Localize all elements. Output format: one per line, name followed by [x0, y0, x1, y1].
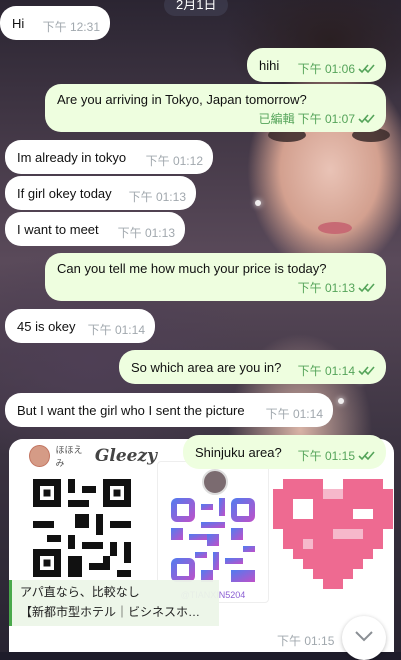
message-time: 下午 01:07	[297, 112, 355, 126]
date-separator: 2月1日	[164, 0, 229, 16]
message-time: 下午 01:14	[87, 323, 145, 337]
qr-code-image	[171, 498, 255, 582]
message-time: 下午 01:12	[145, 154, 203, 168]
message-text: Are you arriving in Tokyo, Japan tomorro…	[57, 92, 307, 107]
link-preview-subtitle: 【新都市型ホテル｜ビシネスホ…	[20, 605, 201, 619]
message-text: hihi	[259, 57, 280, 73]
heart-icon	[273, 479, 393, 589]
double-check-icon	[358, 282, 376, 293]
message-bubble-outgoing[interactable]: Are you arriving in Tokyo, Japan tomorro…	[45, 84, 386, 132]
message-text: 45 is okey	[17, 318, 76, 334]
message-text: Im already in tokyo	[17, 149, 127, 165]
qr-card-name: ほほえみ	[55, 445, 83, 468]
message-text: But I want the girl who I sent the pictu…	[17, 402, 245, 418]
message-bubble-incoming[interactable]: Im already in tokyo 下午 01:12	[5, 140, 213, 174]
message-text: I want to meet	[17, 221, 99, 237]
message-time: 下午 01:13	[128, 190, 186, 204]
message-bubble-incoming[interactable]: Hi 下午 12:31	[0, 6, 110, 40]
message-time: 下午 01:15	[277, 634, 335, 648]
wallpaper-decoration	[318, 222, 352, 234]
message-bubble-outgoing[interactable]: So which area are you in? 下午 01:14	[119, 350, 386, 384]
message-time: 下午 01:14	[265, 407, 323, 421]
message-text: Hi	[12, 15, 25, 31]
scroll-to-bottom-button[interactable]	[342, 616, 386, 660]
message-text: Shinjuku area?	[195, 444, 282, 460]
message-text: So which area are you in?	[131, 359, 282, 375]
double-check-icon	[358, 450, 376, 461]
avatar	[202, 469, 228, 495]
message-bubble-outgoing[interactable]: Can you tell me how much your price is t…	[45, 253, 386, 301]
message-time: 下午 01:13	[117, 226, 175, 240]
message-bubble-incoming[interactable]: I want to meet 下午 01:13	[5, 212, 185, 246]
message-time: 下午 01:06	[297, 62, 355, 76]
message-text: If girl okey today	[17, 185, 112, 201]
link-preview-title: アパ直なら、比較なし	[20, 585, 140, 599]
message-text: Can you tell me how much your price is t…	[57, 261, 327, 276]
message-bubble-incoming[interactable]: 45 is okey 下午 01:14	[5, 309, 155, 343]
edited-label: 已編輯	[258, 112, 295, 126]
double-check-icon	[358, 63, 376, 74]
qr-code-image	[33, 479, 131, 577]
avatar	[29, 445, 50, 467]
chevron-down-icon	[354, 629, 374, 647]
wallpaper-decoration	[255, 200, 261, 206]
message-bubble-outgoing[interactable]: hihi 下午 01:06	[247, 48, 386, 82]
qr-card-brand: Gleezy	[94, 446, 157, 466]
message-bubble-incoming[interactable]: But I want the girl who I sent the pictu…	[5, 393, 333, 427]
link-preview[interactable]: アパ直なら、比較なし 【新都市型ホテル｜ビシネスホ…	[9, 580, 219, 626]
message-time: 下午 01:13	[297, 281, 355, 295]
pixel-heart-sticker	[272, 479, 394, 604]
message-bubble-outgoing[interactable]: Shinjuku area? 下午 01:15	[183, 435, 386, 469]
double-check-icon	[358, 365, 376, 376]
message-bubble-incoming[interactable]: If girl okey today 下午 01:13	[5, 176, 196, 210]
wallpaper-decoration	[338, 398, 344, 404]
qr-code-card[interactable]: ほほえみ Gleezy	[9, 439, 157, 582]
message-time: 下午 12:31	[42, 20, 100, 34]
message-time: 下午 01:15	[297, 449, 355, 463]
message-time: 下午 01:14	[297, 364, 355, 378]
double-check-icon	[358, 113, 376, 124]
